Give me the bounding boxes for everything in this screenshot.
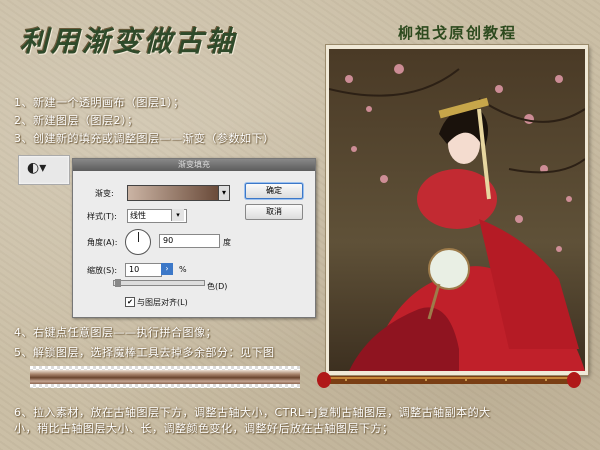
step-4: 4、右键点任意图层——执行拼合图像； bbox=[14, 326, 217, 339]
step-6-line-1: 6、拉入素材，放在古轴图层下方，调整古轴大小，CTRL+J复制古轴图层，调整古轴… bbox=[14, 406, 491, 419]
scale-spinner-icon[interactable]: › bbox=[161, 263, 173, 275]
page-title: 利用渐变做古轴 bbox=[20, 25, 238, 58]
align-label: 与图层对齐(L) bbox=[137, 298, 188, 307]
scale-slider[interactable] bbox=[113, 280, 205, 286]
angle-unit: 度 bbox=[223, 238, 231, 247]
scroll-rod bbox=[317, 372, 581, 388]
cancel-button[interactable]: 取消 bbox=[245, 204, 303, 220]
painting-illustration bbox=[329, 49, 585, 371]
gradient-dropdown-icon[interactable]: ▾ bbox=[218, 185, 230, 201]
ok-button[interactable]: 确定 bbox=[245, 183, 303, 199]
scale-unit: % bbox=[179, 265, 187, 274]
dialog-title: 渐变填充 bbox=[73, 159, 315, 171]
gradient-label: 渐变: bbox=[95, 189, 114, 198]
scale-slider-thumb[interactable] bbox=[115, 279, 121, 287]
step-3: 3、创建新的填充或调整图层——渐变（参数如下） bbox=[14, 132, 275, 145]
step-6-line-2: 小，稍比古轴图层大小、长，调整颜色变化，调整好后放在古轴图层下方； bbox=[14, 422, 394, 435]
scroll-painting bbox=[326, 45, 588, 375]
angle-label: 角度(A): bbox=[87, 238, 118, 247]
copper-gradient-fill bbox=[30, 370, 300, 384]
scale-input[interactable]: 10 bbox=[125, 263, 162, 277]
chevron-down-icon[interactable]: ▾ bbox=[171, 209, 184, 221]
adjustment-layer-icon: ◐▾ bbox=[27, 160, 47, 176]
step-5: 5、解锁图层，选择魔棒工具去掉多余部分：见下图 bbox=[14, 346, 275, 359]
copper-gradient-strip bbox=[30, 366, 300, 388]
step-2: 2、新建图层（图层2）； bbox=[14, 114, 139, 127]
adjustment-layer-button[interactable]: ◐▾ bbox=[18, 155, 70, 185]
gradient-fill-dialog: 渐变填充 渐变: ▾ 确定 取消 样式(T): 线性 ▾ 角度(A): 90 度… bbox=[72, 158, 316, 318]
author-subtitle: 柳祖戈原创教程 bbox=[398, 24, 518, 42]
angle-dial[interactable] bbox=[125, 229, 151, 255]
align-checkbox[interactable]: ✔ bbox=[125, 297, 135, 307]
scale-label: 缩放(S): bbox=[87, 266, 118, 275]
angle-input[interactable]: 90 bbox=[159, 234, 220, 248]
dither-label-fragment: 色(D) bbox=[207, 282, 228, 291]
style-label: 样式(T): bbox=[87, 212, 117, 221]
gradient-swatch[interactable] bbox=[127, 185, 219, 201]
angle-needle bbox=[138, 232, 139, 242]
step-1: 1、新建一个透明画布（图层1）； bbox=[14, 96, 185, 109]
